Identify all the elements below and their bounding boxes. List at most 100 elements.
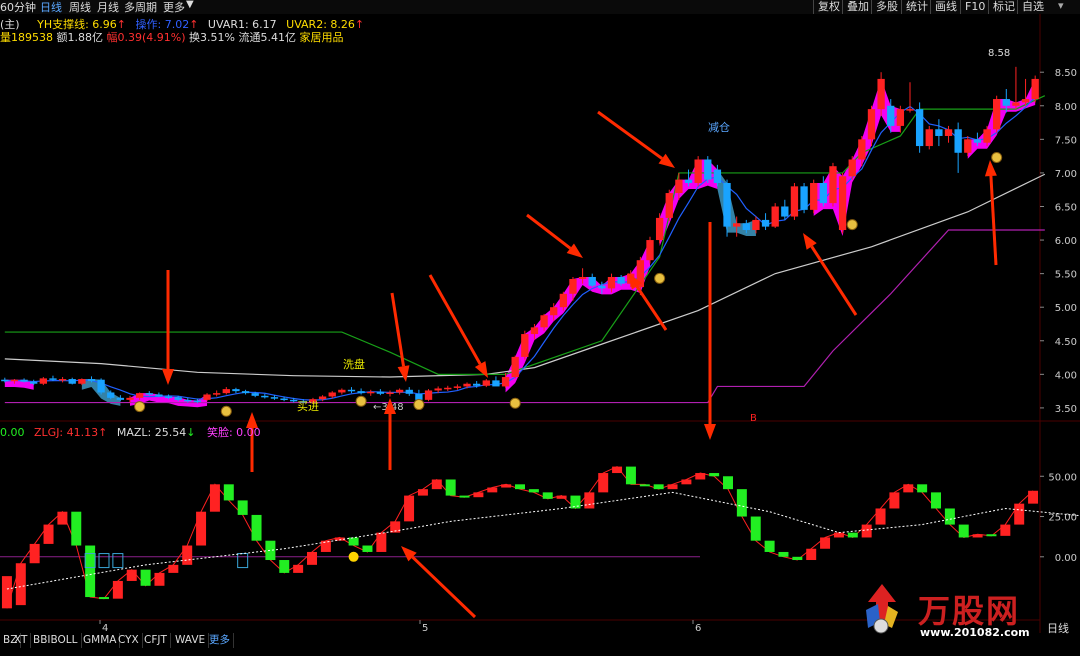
price-candle bbox=[1021, 99, 1030, 103]
zlgj-bar bbox=[792, 556, 803, 561]
price-candle bbox=[713, 169, 722, 183]
indicator-tab-bar: BZ XT BBIBOLL GMMA CYX CFJT WAVE 更多 bbox=[0, 633, 240, 648]
price-candle bbox=[646, 240, 654, 261]
price-candle bbox=[395, 389, 404, 393]
zlgj-bar bbox=[917, 484, 928, 493]
zlgj-bar bbox=[612, 466, 623, 474]
price-candle bbox=[1, 379, 9, 382]
price-candle bbox=[540, 315, 548, 328]
zlgj-bar bbox=[348, 537, 359, 546]
price-candle bbox=[973, 139, 982, 143]
main-y-tick-label: 8.00 bbox=[1055, 102, 1077, 113]
indicator-tab-wave[interactable]: WAVE bbox=[172, 633, 210, 648]
zlgj-bar bbox=[168, 564, 179, 573]
sub-v1-value: 0.00 bbox=[0, 426, 25, 439]
more-arrow-icon[interactable]: ▼ bbox=[186, 0, 194, 10]
price-candle bbox=[800, 186, 808, 210]
arrow-up-shaft bbox=[635, 285, 668, 331]
gear-icon[interactable]: ▾ bbox=[1058, 0, 1064, 12]
x-tick-label: 6 bbox=[695, 623, 701, 634]
tab-daily[interactable]: 日线 bbox=[40, 0, 62, 15]
price-candle bbox=[944, 129, 953, 136]
price-candle bbox=[848, 159, 856, 177]
zlgj-bar bbox=[487, 487, 498, 493]
zlgj-bar bbox=[931, 492, 941, 509]
price-candle bbox=[790, 186, 799, 217]
industry-value: 家居用品 bbox=[299, 31, 344, 44]
main-y-tick-label: 7.50 bbox=[1055, 135, 1077, 146]
indicator-tab-bbiboll[interactable]: BBIBOLL bbox=[30, 633, 82, 648]
price-candle bbox=[270, 397, 279, 399]
zlgj-bar bbox=[958, 524, 969, 538]
price-candle bbox=[164, 396, 173, 398]
high-price-label: 8.58 bbox=[988, 48, 1010, 59]
fuquan-button[interactable]: 复权 bbox=[813, 0, 844, 14]
indicator-tab-more[interactable]: 更多 bbox=[206, 633, 234, 648]
main-y-tick-label: 6.00 bbox=[1055, 236, 1077, 247]
zlgj-bar bbox=[653, 484, 664, 490]
price-candle bbox=[184, 399, 192, 402]
f10-button[interactable]: F10 bbox=[960, 0, 989, 14]
zlgj-bar bbox=[542, 492, 553, 499]
zlgj-bar bbox=[99, 597, 109, 600]
overlay-button[interactable]: 叠加 bbox=[842, 0, 873, 14]
price-candle bbox=[347, 389, 356, 392]
period-selector[interactable]: 60分钟 bbox=[0, 0, 36, 15]
zlgj-bar bbox=[584, 492, 595, 509]
tab-weekly[interactable]: 周线 bbox=[69, 0, 91, 15]
price-candle bbox=[742, 223, 750, 230]
zlgj-bar bbox=[362, 545, 373, 552]
arrow-down-shaft bbox=[526, 213, 572, 250]
zlgj-bar bbox=[126, 569, 137, 581]
price-candle bbox=[328, 392, 336, 397]
zlgj-up-arrow-icon: ↑ bbox=[98, 426, 108, 439]
indicator-tab-cyx[interactable]: CYX bbox=[115, 633, 143, 648]
multi-stock-button[interactable]: 多股 bbox=[871, 0, 902, 14]
price-candle bbox=[39, 378, 47, 384]
main-y-tick-label: 5.50 bbox=[1055, 270, 1077, 281]
price-candle bbox=[530, 327, 539, 335]
main-indicator-line: (主) YH支撑线: 6.96↑ 操作: 7.02↑ UVAR1: 6.17 U… bbox=[0, 16, 365, 31]
price-candle bbox=[116, 397, 125, 400]
price-candle bbox=[925, 129, 933, 147]
tab-more[interactable]: 更多 bbox=[163, 0, 185, 15]
tab-monthly[interactable]: 月线 bbox=[97, 0, 119, 15]
price-candle bbox=[232, 389, 240, 392]
main-indicator-line-2 bbox=[4, 229, 1045, 404]
main-y-tick-label: 8.50 bbox=[1055, 68, 1077, 79]
price-candle bbox=[357, 391, 365, 394]
mark-button[interactable]: 标记 bbox=[988, 0, 1019, 14]
price-candle bbox=[280, 398, 288, 401]
price-candle bbox=[954, 129, 962, 153]
indicator-tab-cfjt[interactable]: CFJT bbox=[141, 633, 171, 648]
zlgj-bar bbox=[889, 492, 900, 509]
price-candle bbox=[550, 307, 558, 316]
uvar2-up-arrow-icon: ↑ bbox=[354, 18, 365, 31]
price-candle bbox=[193, 400, 202, 403]
zlgj-bar bbox=[473, 492, 484, 498]
zlgj-bar bbox=[459, 495, 470, 498]
zlgj-bar bbox=[709, 473, 720, 477]
main-y-tick-label: 4.00 bbox=[1055, 370, 1077, 381]
watchlist-add-button[interactable]: 自选 bbox=[1017, 0, 1048, 14]
tab-multi-period[interactable]: 多周期 bbox=[124, 0, 157, 15]
price-candle bbox=[858, 139, 866, 160]
price-candle bbox=[492, 380, 500, 387]
draw-line-button[interactable]: 画线 bbox=[930, 0, 961, 14]
price-candle bbox=[935, 129, 943, 136]
main-y-tick-label: 5.00 bbox=[1055, 303, 1077, 314]
indicator-tab-xt[interactable]: XT bbox=[11, 633, 32, 648]
price-candle bbox=[521, 334, 529, 357]
price-candle bbox=[10, 379, 19, 382]
watermark-arrow-icon bbox=[862, 582, 902, 637]
x-tick-label: 5 bbox=[422, 623, 428, 634]
b-marker-label: B bbox=[750, 413, 757, 424]
hollow-square bbox=[112, 553, 124, 569]
arrow-down-shaft bbox=[428, 274, 482, 365]
mai-jin-label: 买进 bbox=[297, 400, 319, 413]
zlgj-bar bbox=[445, 479, 456, 496]
stats-button[interactable]: 统计 bbox=[901, 0, 932, 14]
price-candle bbox=[723, 182, 731, 227]
price-candle bbox=[68, 379, 76, 384]
zlgj-bar bbox=[750, 516, 761, 541]
